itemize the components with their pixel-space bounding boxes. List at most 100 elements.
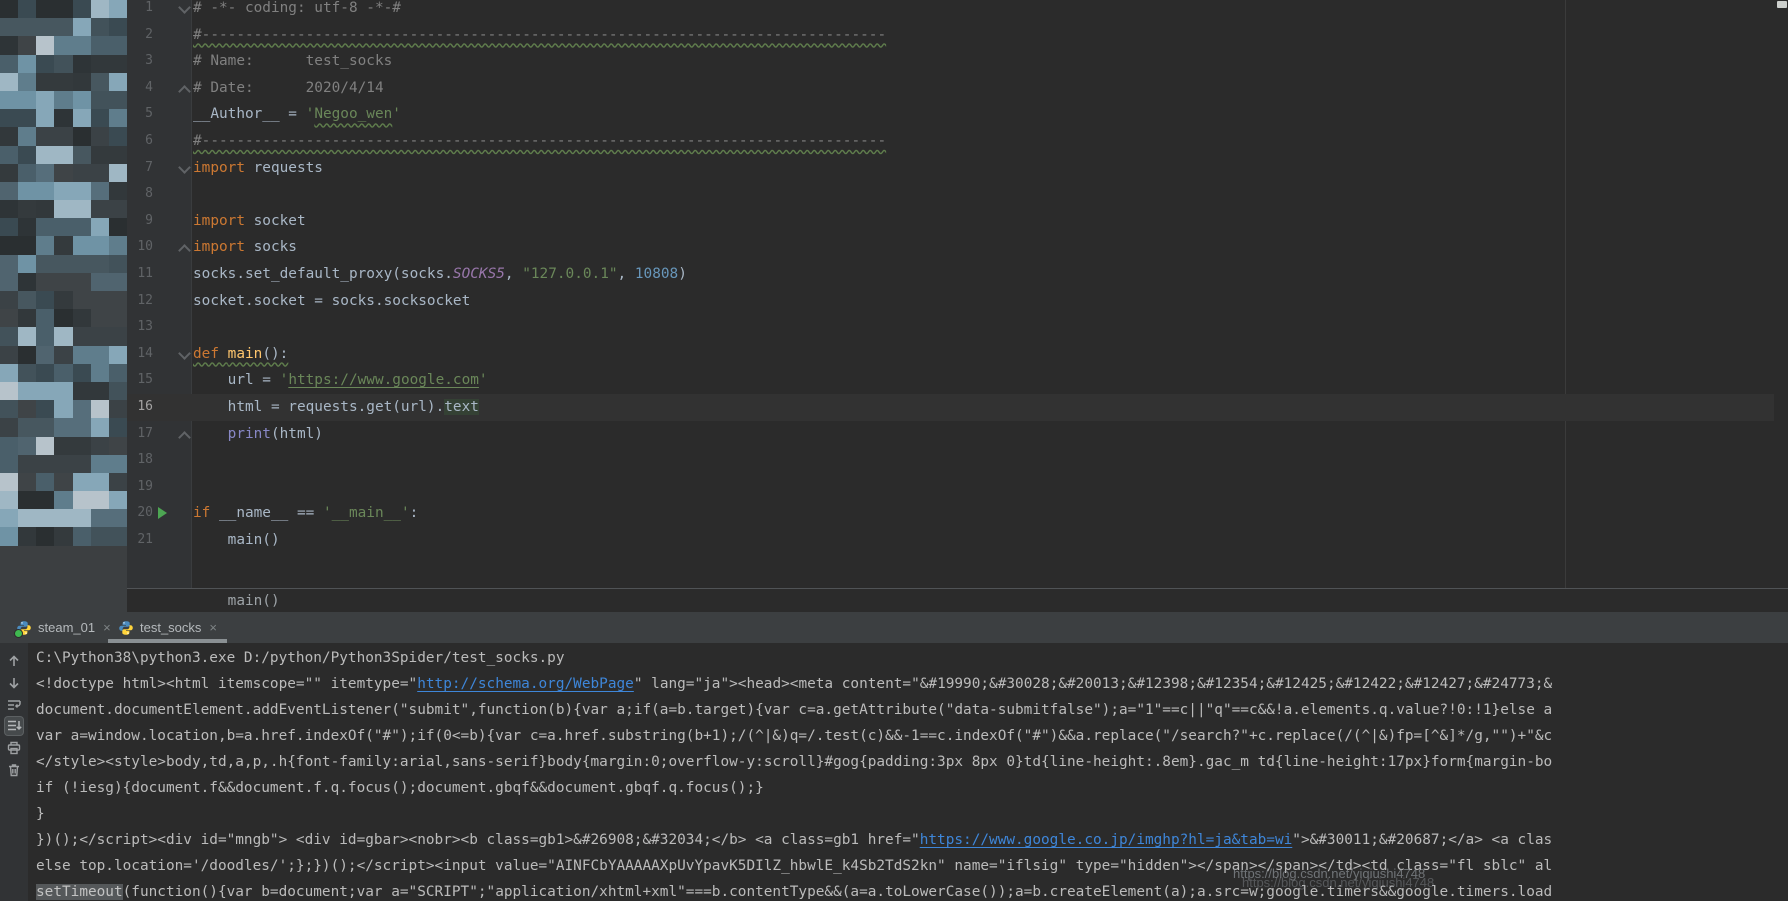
console-line-10[interactable]: setTimeout(function(){var b=document;var… xyxy=(36,879,1788,901)
console-line-9[interactable]: else top.location='/doodles/';};})();</s… xyxy=(36,853,1788,879)
line-number: 9 xyxy=(127,208,153,235)
line-number: 6 xyxy=(127,128,153,155)
console-text: (function(){var b=document;var a="SCRIPT… xyxy=(123,884,1553,900)
code-text: import socket xyxy=(193,208,1774,235)
editor-line-4[interactable]: 4# Date: 2020/4/14 xyxy=(127,75,1774,102)
line-number: 12 xyxy=(127,288,153,315)
editor-line-12[interactable]: 12 socket.socket = socks.socksocket xyxy=(127,288,1774,315)
print-icon[interactable] xyxy=(5,739,23,757)
editor-line-11[interactable]: 11 socks.set_default_proxy(socks.SOCKS5, … xyxy=(127,261,1774,288)
close-icon[interactable]: × xyxy=(209,620,217,635)
line-number: 3 xyxy=(127,48,153,75)
console-link[interactable]: http://schema.org/WebPage xyxy=(417,676,634,692)
code-text: #---------------------------------------… xyxy=(193,22,1774,49)
editor-line-15[interactable]: 15 url = 'https://www.google.com' xyxy=(127,367,1774,394)
console-line-7[interactable]: } xyxy=(36,801,1788,827)
line-number: 13 xyxy=(127,314,153,341)
editor-line-8[interactable]: 8 xyxy=(127,181,1774,208)
line-number: 17 xyxy=(127,421,153,448)
inspection-indicator[interactable] xyxy=(1777,1,1787,8)
run-tab-test_socks[interactable]: test_socks × xyxy=(108,612,227,643)
editor-line-3[interactable]: 3 # Name: test_socks xyxy=(127,48,1774,75)
console-text: document.documentElement.addEventListene… xyxy=(36,702,1552,718)
code-text: import socks xyxy=(193,234,1774,261)
console-line-8[interactable]: })();</script><div id="mngb"> <div id=gb… xyxy=(36,827,1788,853)
console-text: <!doctype html><html itemscope="" itemty… xyxy=(36,676,417,692)
down-stack-trace-icon[interactable] xyxy=(5,674,23,692)
code-editor[interactable]: 1# -*- coding: utf-8 -*-#2 #-------------… xyxy=(127,0,1788,588)
line-number: 19 xyxy=(127,474,153,501)
editor-line-20[interactable]: 20 if __name__ == '__main__': xyxy=(127,500,1774,527)
editor-line-6[interactable]: 6 #--------------------------------------… xyxy=(127,128,1774,155)
code-text: socks.set_default_proxy(socks.SOCKS5, "1… xyxy=(193,261,1774,288)
sticky-context-bar: main() xyxy=(127,588,1788,612)
editor-line-5[interactable]: 5 __Author__ = 'Negoo_wen' xyxy=(127,101,1774,128)
code-text: socket.socket = socks.socksocket xyxy=(193,288,1774,315)
console-link[interactable]: https://www.google.co.jp/imghp?hl=ja&tab… xyxy=(920,832,1293,848)
scroll-to-end-icon[interactable] xyxy=(5,717,23,735)
console-text: var a=window.location,b=a.href.indexOf("… xyxy=(36,728,1552,744)
python-icon xyxy=(118,620,134,636)
run-line-icon[interactable] xyxy=(158,507,167,519)
line-number: 11 xyxy=(127,261,153,288)
project-panel[interactable] xyxy=(0,0,127,612)
console-line-2[interactable]: <!doctype html><html itemscope="" itemty… xyxy=(36,671,1788,697)
line-number: 2 xyxy=(127,22,153,49)
console-line-5[interactable]: </style><style>body,td,a,p,.h{font-famil… xyxy=(36,749,1788,775)
editor-line-21[interactable]: 21 main() xyxy=(127,527,1774,554)
editor-line-9[interactable]: 9 import socket xyxy=(127,208,1774,235)
fold-start-icon[interactable] xyxy=(178,161,191,174)
editor-line-1[interactable]: 1# -*- coding: utf-8 -*-# xyxy=(127,0,1774,22)
fold-end-icon[interactable] xyxy=(178,244,191,257)
editor-line-10[interactable]: 10import socks xyxy=(127,234,1774,261)
run-tab-steam_01[interactable]: steam_01 × xyxy=(6,612,121,643)
code-text: if __name__ == '__main__': xyxy=(193,500,1774,527)
code-text: # Name: test_socks xyxy=(193,48,1774,75)
console-text: C:\Python38\python3.exe D:/python/Python… xyxy=(36,650,565,666)
editor-line-2[interactable]: 2 #--------------------------------------… xyxy=(127,22,1774,49)
console-text: if (!iesg){document.f&&document.f.q.focu… xyxy=(36,780,764,796)
console-output[interactable]: C:\Python38\python3.exe D:/python/Python… xyxy=(36,645,1788,901)
line-number: 8 xyxy=(127,181,153,208)
fold-start-icon[interactable] xyxy=(178,347,191,360)
blurred-project-tree xyxy=(0,0,127,546)
line-number: 7 xyxy=(127,155,153,182)
clear-all-icon[interactable] xyxy=(5,761,23,779)
editor-line-14[interactable]: 14def main(): xyxy=(127,341,1774,368)
error-stripe[interactable] xyxy=(1775,0,1788,588)
editor-line-16[interactable]: 16 html = requests.get(url).text xyxy=(127,394,1774,421)
editor-line-18[interactable]: 18 xyxy=(127,447,1774,474)
code-text: __Author__ = 'Negoo_wen' xyxy=(193,101,1774,128)
code-text: html = requests.get(url).text xyxy=(193,394,1774,421)
soft-wrap-icon[interactable] xyxy=(5,696,23,714)
editor-line-13[interactable]: 13 xyxy=(127,314,1774,341)
fold-end-icon[interactable] xyxy=(178,431,191,444)
line-number: 5 xyxy=(127,101,153,128)
console-line-3[interactable]: document.documentElement.addEventListene… xyxy=(36,697,1788,723)
editor-line-17[interactable]: 17 print(html) xyxy=(127,421,1774,448)
editor-lines[interactable]: 1# -*- coding: utf-8 -*-#2 #-------------… xyxy=(127,0,1774,553)
code-text: #---------------------------------------… xyxy=(193,128,1774,155)
fold-end-icon[interactable] xyxy=(178,85,191,98)
console-line-6[interactable]: if (!iesg){document.f&&document.f.q.focu… xyxy=(36,775,1788,801)
code-text: print(html) xyxy=(193,421,1774,448)
console-line-4[interactable]: var a=window.location,b=a.href.indexOf("… xyxy=(36,723,1788,749)
editor-line-7[interactable]: 7import requests xyxy=(127,155,1774,182)
editor-line-19[interactable]: 19 xyxy=(127,474,1774,501)
console-text: setTimeout xyxy=(36,884,123,900)
run-console[interactable]: C:\Python38\python3.exe D:/python/Python… xyxy=(0,643,1788,901)
console-text: </style><style>body,td,a,p,.h{font-famil… xyxy=(36,754,1552,770)
code-text: def main(): xyxy=(193,341,1774,368)
code-text: main() xyxy=(193,527,1774,554)
line-number: 20 xyxy=(127,500,153,527)
up-stack-trace-icon[interactable] xyxy=(5,652,23,670)
fold-start-icon[interactable] xyxy=(178,1,191,14)
console-line-1[interactable]: C:\Python38\python3.exe D:/python/Python… xyxy=(36,645,1788,671)
code-text: url = 'https://www.google.com' xyxy=(193,367,1774,394)
console-text: " lang="ja"><head><meta content="&#19990… xyxy=(634,676,1552,692)
context-label: main() xyxy=(193,591,280,611)
running-indicator-dot xyxy=(14,629,23,638)
console-text: else top.location='/doodles/';};})();</s… xyxy=(36,858,1552,874)
python-icon xyxy=(16,620,32,636)
line-number: 21 xyxy=(127,527,153,554)
